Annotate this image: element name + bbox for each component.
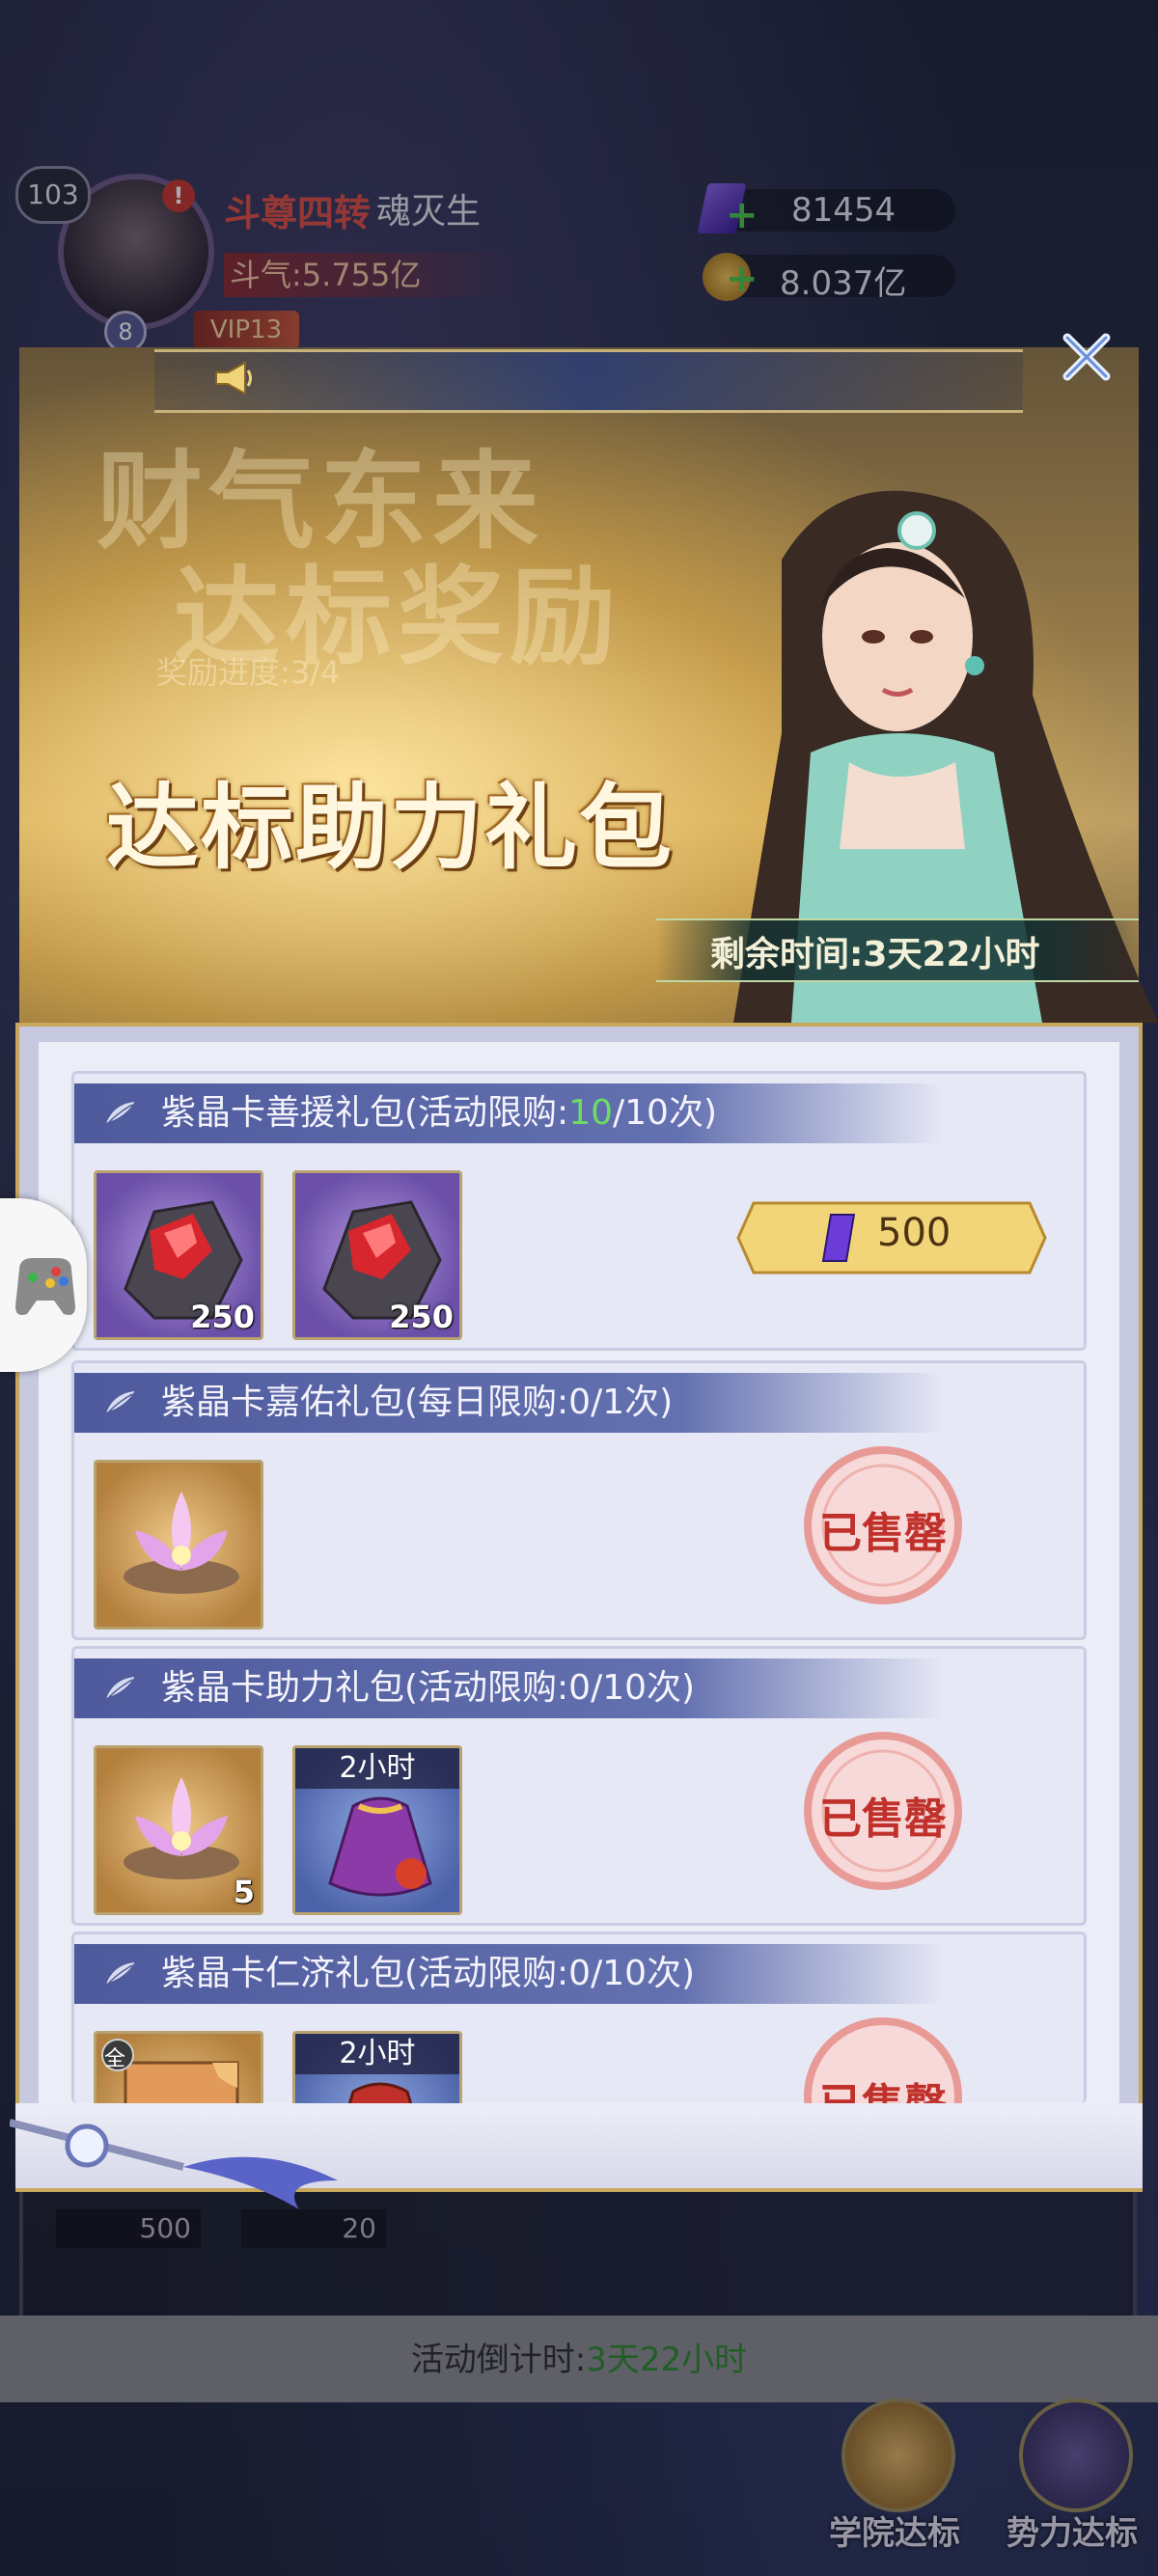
banner-title: 达标助力礼包 bbox=[106, 774, 674, 882]
item-slot[interactable]: 250 bbox=[292, 1170, 462, 1340]
leaf-icon bbox=[103, 1960, 138, 1987]
close-button[interactable] bbox=[1058, 328, 1116, 386]
pack-title-suffix: /10次) bbox=[613, 1093, 717, 1133]
flute-decoration bbox=[10, 2119, 338, 2209]
pack-card: 紫晶卡嘉佑礼包(每日限购:0/1次) 已售罄 bbox=[71, 1360, 1087, 1640]
pack-title-text: 紫晶卡善援礼包(活动限购: bbox=[161, 1093, 569, 1133]
buy-button[interactable]: 500 bbox=[734, 1197, 1049, 1278]
remaining-time: 剩余时间:3天22小时 bbox=[710, 935, 1040, 974]
pack-card: 紫晶卡善援礼包(活动限购:10/10次) 250 250 500 bbox=[71, 1071, 1087, 1351]
sold-out-stamp: 已售罄 bbox=[798, 1726, 968, 1896]
item-slot[interactable]: 2小时 bbox=[292, 2031, 462, 2103]
announcement-bar bbox=[154, 349, 1023, 413]
pack-title: 紫晶卡助力礼包(活动限购:0/10次) bbox=[74, 1658, 943, 1718]
pack-title: 紫晶卡嘉佑礼包(每日限购:0/1次) bbox=[74, 1373, 943, 1433]
item-slot[interactable]: 全 bbox=[94, 2031, 263, 2103]
sold-out-stamp: 已售罄 bbox=[798, 2012, 968, 2103]
item-slot[interactable]: 250 bbox=[94, 1170, 263, 1340]
item-badge: 全 bbox=[104, 2047, 126, 2071]
leaf-icon bbox=[103, 1100, 138, 1126]
gamepad-icon bbox=[15, 1258, 75, 1315]
pack-title-text: 紫晶卡嘉佑礼包(每日限购:0/1次) bbox=[161, 1383, 674, 1422]
item-slot[interactable] bbox=[94, 1460, 263, 1630]
banner-progress-text: 奖励进度:3/4 bbox=[156, 654, 341, 691]
sold-out-stamp: 已售罄 bbox=[798, 1440, 968, 1610]
leaf-icon bbox=[103, 1389, 138, 1415]
pack-title: 紫晶卡善援礼包(活动限购:10/10次) bbox=[74, 1083, 943, 1143]
pack-card: 紫晶卡仁济礼包(活动限购:0/10次) 全 2小时 已售罄 bbox=[71, 1932, 1087, 2103]
item-slot[interactable]: 5 bbox=[94, 1745, 263, 1915]
lotus-flower-icon bbox=[124, 1492, 239, 1594]
sold-out-text: 已售罄 bbox=[798, 2069, 968, 2103]
pack-card: 紫晶卡助力礼包(活动限购:0/10次) 5 2小时 已售罄 bbox=[71, 1646, 1087, 1926]
pack-title-text: 紫晶卡仁济礼包(活动限购:0/10次) bbox=[161, 1954, 696, 1993]
close-icon bbox=[1062, 333, 1111, 381]
item-slot[interactable]: 2小时 bbox=[292, 1745, 462, 1915]
item-quantity: 250 bbox=[389, 1299, 454, 1335]
sold-out-text: 已售罄 bbox=[819, 1509, 947, 1558]
price-value: 500 bbox=[877, 1211, 951, 1255]
item-quantity: 5 bbox=[233, 1874, 255, 1910]
pack-title-text: 紫晶卡助力礼包(活动限购:0/10次) bbox=[161, 1668, 696, 1708]
pack-limit-highlight: 10 bbox=[568, 1093, 613, 1133]
item-duration-tag: 2小时 bbox=[295, 2034, 459, 2074]
pack-title: 紫晶卡仁济礼包(活动限购:0/10次) bbox=[74, 1944, 943, 2004]
item-quantity: 250 bbox=[190, 1299, 255, 1335]
horn-icon bbox=[215, 361, 252, 396]
sold-out-text: 已售罄 bbox=[819, 1795, 947, 1844]
item-duration-tag: 2小时 bbox=[295, 1748, 459, 1789]
leaf-icon bbox=[103, 1675, 138, 1701]
